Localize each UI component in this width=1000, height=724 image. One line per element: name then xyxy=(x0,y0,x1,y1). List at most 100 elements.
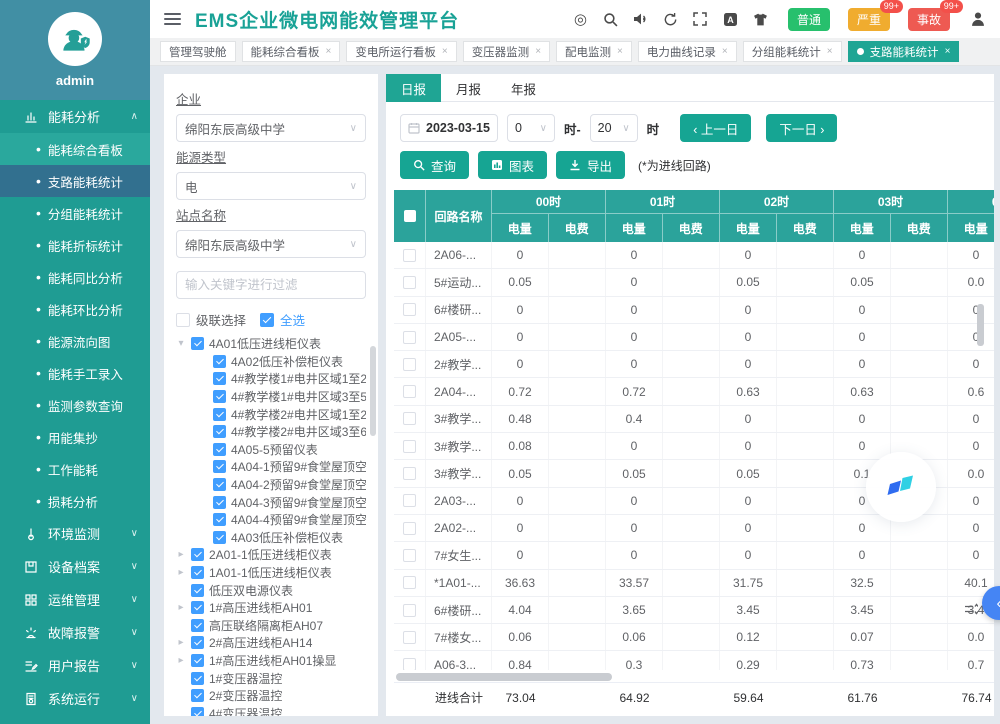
tree-checkbox[interactable] xyxy=(213,460,226,473)
sidebar-item-基础信息[interactable]: 基础信息∨ xyxy=(0,715,150,724)
select-all-column-header[interactable] xyxy=(394,190,426,242)
tree-node[interactable]: 低压双电源仪表 xyxy=(176,581,366,599)
row-checkbox[interactable] xyxy=(403,331,416,344)
scrollbar-thumb[interactable] xyxy=(396,673,612,681)
station-select[interactable]: 绵阳东辰高级中学 ∨ xyxy=(176,230,366,258)
sidebar-item-能耗分析[interactable]: 能耗分析∧ xyxy=(0,100,150,133)
tree-node[interactable]: 1#变压器温控 xyxy=(176,669,366,687)
sidebar-subitem-监测参数查询[interactable]: •监测参数查询 xyxy=(0,389,150,421)
horizontal-scrollbar[interactable] xyxy=(394,672,994,682)
row-checkbox[interactable] xyxy=(403,576,416,589)
alarm-badge-普通[interactable]: 普通 xyxy=(788,8,830,31)
tree-checkbox[interactable] xyxy=(213,372,226,385)
tree-node[interactable]: ▸2A01-1低压进线柜仪表 xyxy=(176,546,366,564)
user-icon[interactable] xyxy=(969,11,986,28)
tree-node[interactable]: ▸1#高压进线柜AH01操显 xyxy=(176,652,366,670)
tree-node[interactable]: ▸1#高压进线柜AH01 xyxy=(176,599,366,617)
tree-scrollbar[interactable] xyxy=(370,346,376,436)
tree-node[interactable]: 4#变压器温控 xyxy=(176,704,366,716)
tree-node[interactable]: 4A04-4预留9#食堂屋顶空调机组仪表 xyxy=(176,511,366,529)
tree-node[interactable]: 2#变压器温控 xyxy=(176,687,366,705)
select-all-checkbox[interactable]: 全选 xyxy=(260,310,305,329)
tree-node[interactable]: 4A04-2预留9#食堂屋顶空调机组仪表 xyxy=(176,476,366,494)
row-checkbox[interactable] xyxy=(403,494,416,507)
tree-checkbox[interactable] xyxy=(213,513,226,526)
row-checkbox-cell[interactable] xyxy=(394,624,426,650)
row-checkbox-cell[interactable] xyxy=(394,597,426,623)
row-checkbox[interactable] xyxy=(403,658,416,670)
row-checkbox-cell[interactable] xyxy=(394,297,426,323)
row-checkbox[interactable] xyxy=(403,604,416,617)
row-checkbox[interactable] xyxy=(403,631,416,644)
tree-checkbox[interactable] xyxy=(213,355,226,368)
tree-node[interactable]: 4#教学楼1#电井区域1至2层动力仪表 xyxy=(176,370,366,388)
row-checkbox-cell[interactable] xyxy=(394,515,426,541)
row-checkbox-cell[interactable] xyxy=(394,406,426,432)
overlap-circles-icon[interactable]: ◎ xyxy=(572,11,589,28)
tree-checkbox[interactable] xyxy=(213,408,226,421)
report-tab-日报[interactable]: 日报 xyxy=(386,74,441,102)
tree-filter-input[interactable] xyxy=(176,271,366,299)
row-checkbox[interactable] xyxy=(403,358,416,371)
chart-button[interactable]: 图表 xyxy=(478,151,547,179)
tree-checkbox[interactable] xyxy=(191,566,204,579)
hamburger-menu-icon[interactable] xyxy=(164,13,181,25)
sidebar-subitem-能耗综合看板[interactable]: •能耗综合看板 xyxy=(0,133,150,165)
tab-分组能耗统计[interactable]: 分组能耗统计× xyxy=(743,41,842,62)
tree-checkbox[interactable] xyxy=(191,707,204,716)
tree-checkbox[interactable] xyxy=(191,654,204,667)
sidebar-subitem-损耗分析[interactable]: •损耗分析 xyxy=(0,485,150,517)
close-icon[interactable]: × xyxy=(442,46,448,57)
tree-checkbox[interactable] xyxy=(213,496,226,509)
close-icon[interactable]: × xyxy=(945,46,951,57)
row-checkbox-cell[interactable] xyxy=(394,460,426,486)
export-button[interactable]: 导出 xyxy=(556,151,625,179)
sidebar-subitem-工作能耗[interactable]: •工作能耗 xyxy=(0,453,150,485)
tree-checkbox[interactable] xyxy=(191,601,204,614)
tree-node[interactable]: 4#教学楼2#电井区域1至2层动力仪表 xyxy=(176,405,366,423)
prev-day-button[interactable]: ‹ 上一日 xyxy=(680,114,751,142)
row-checkbox[interactable] xyxy=(403,440,416,453)
tab-电力曲线记录[interactable]: 电力曲线记录× xyxy=(638,41,737,62)
tree-expander-icon[interactable]: ▾ xyxy=(176,338,186,349)
row-checkbox[interactable] xyxy=(403,249,416,262)
tree-expander-icon[interactable]: ▸ xyxy=(176,655,186,666)
tree-node[interactable]: 4A04-3预留9#食堂屋顶空调机组仪表 xyxy=(176,493,366,511)
row-checkbox[interactable] xyxy=(403,522,416,535)
translate-icon[interactable]: A xyxy=(722,11,739,28)
tree-expander-icon[interactable]: ▸ xyxy=(176,602,186,613)
tree-expander-icon[interactable]: ▸ xyxy=(176,549,186,560)
row-checkbox[interactable] xyxy=(403,549,416,562)
row-checkbox[interactable] xyxy=(403,303,416,316)
query-button[interactable]: 查询 xyxy=(400,151,469,179)
tab-变电所运行看板[interactable]: 变电所运行看板× xyxy=(346,41,456,62)
report-tab-年报[interactable]: 年报 xyxy=(496,74,551,102)
row-checkbox-cell[interactable] xyxy=(394,242,426,268)
row-checkbox-cell[interactable] xyxy=(394,651,426,670)
tab-配电监测[interactable]: 配电监测× xyxy=(556,41,632,62)
tab-变压器监测[interactable]: 变压器监测× xyxy=(463,41,550,62)
tree-node[interactable]: ▾4A01低压进线柜仪表 xyxy=(176,335,366,353)
avatar[interactable] xyxy=(48,12,102,66)
tree-expander-icon[interactable]: ▸ xyxy=(176,567,186,578)
tree-checkbox[interactable] xyxy=(213,443,226,456)
table-vertical-scrollbar[interactable] xyxy=(977,304,984,346)
tree-checkbox[interactable] xyxy=(213,478,226,491)
tree-checkbox[interactable] xyxy=(191,337,204,350)
close-icon[interactable]: × xyxy=(535,46,541,57)
row-checkbox-cell[interactable] xyxy=(394,488,426,514)
tab-支路能耗统计[interactable]: 支路能耗统计× xyxy=(848,41,960,62)
tree-checkbox[interactable] xyxy=(213,425,226,438)
hour-from-select[interactable]: 0 ∨ xyxy=(507,114,555,142)
tree-node[interactable]: 4A05-5预留仪表 xyxy=(176,441,366,459)
theme-shirt-icon[interactable] xyxy=(752,11,769,28)
cascade-checkbox[interactable]: 级联选择 xyxy=(176,310,246,329)
search-icon[interactable] xyxy=(602,11,619,28)
tree-node[interactable]: 高压联络隔离柜AH07 xyxy=(176,617,366,635)
next-day-button[interactable]: 下一日 › xyxy=(766,114,837,142)
sidebar-item-故障报警[interactable]: 故障报警∨ xyxy=(0,616,150,649)
close-icon[interactable]: × xyxy=(827,46,833,57)
row-checkbox-cell[interactable] xyxy=(394,324,426,350)
alarm-badge-严重[interactable]: 严重99+ xyxy=(848,8,890,31)
row-checkbox[interactable] xyxy=(403,385,416,398)
